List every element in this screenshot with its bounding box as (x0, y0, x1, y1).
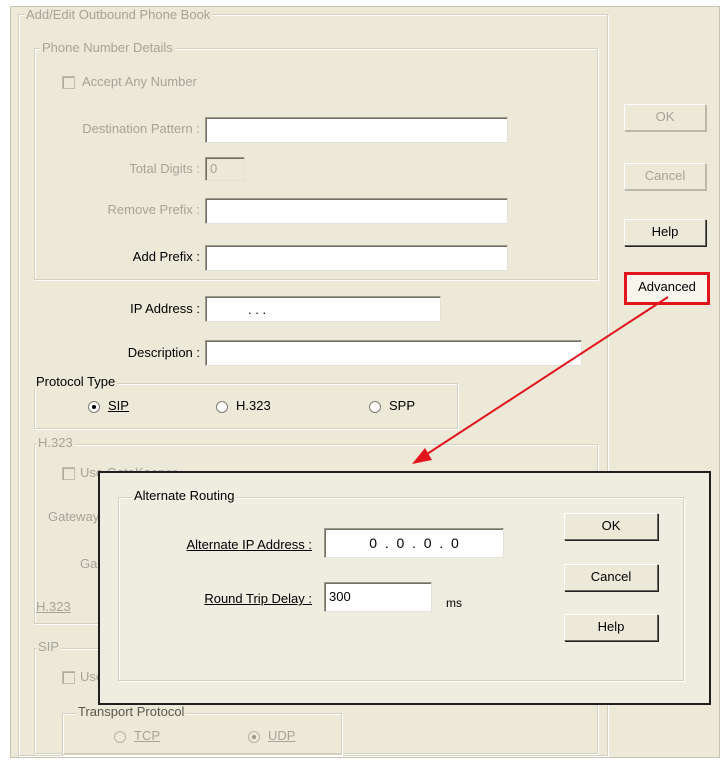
annotation-arrow-line (423, 296, 669, 457)
annotation-arrow-head (412, 448, 432, 464)
annotation-arrow (412, 296, 669, 464)
